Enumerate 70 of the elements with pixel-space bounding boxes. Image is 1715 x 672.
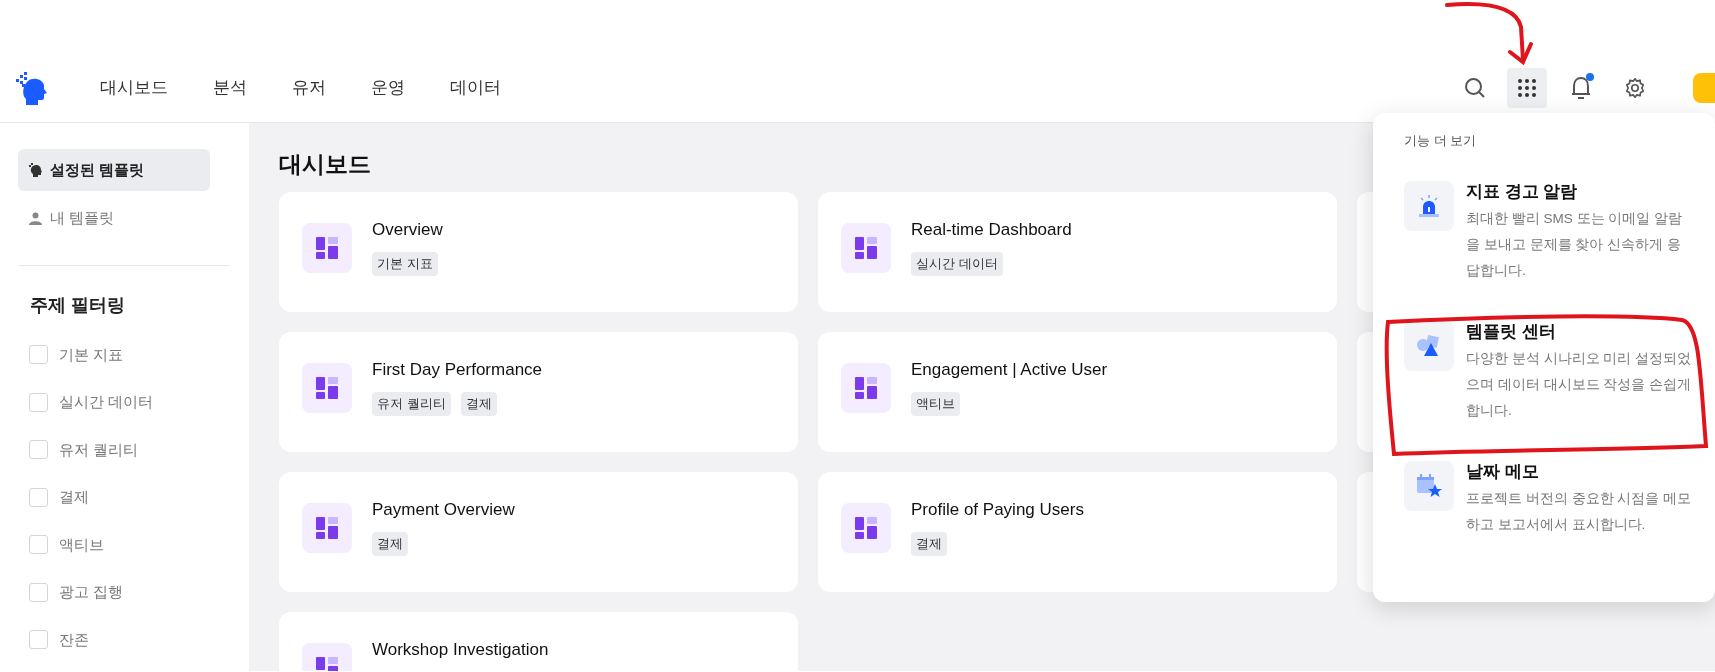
settings-icon — [1624, 77, 1646, 99]
dashboard-icon — [316, 516, 338, 539]
template-card[interactable]: First Day Performance 유저 퀄리티 결제 — [279, 331, 798, 452]
card-title: Payment Overview — [372, 498, 515, 521]
feature-description: 다양한 분석 시나리오 미리 설정되었으며 데이터 대시보드 작성을 손쉽게 합니다. — [1466, 350, 1692, 420]
template-card[interactable]: Payment Overview 결제 — [279, 471, 798, 592]
siren-icon — [1417, 194, 1441, 217]
person-icon — [29, 211, 42, 225]
feature-title: 날짜 메모 — [1466, 460, 1540, 483]
feature-description: 프로젝트 버전의 중요한 시점을 메모하고 보고서에서 표시합니다. — [1466, 490, 1692, 534]
dashboard-icon — [316, 236, 338, 259]
template-tab[interactable]: 내 템플릿 — [18, 197, 210, 239]
shapes-icon — [1416, 334, 1442, 357]
card-title: First Day Performance — [372, 358, 543, 381]
filter-label: 유저 퀄리티 — [59, 439, 139, 460]
checkbox[interactable] — [29, 487, 48, 507]
head-logo-icon[interactable] — [16, 71, 48, 105]
template-card[interactable]: Overview 기본 지표 — [279, 191, 798, 312]
template-card[interactable]: Engagement | Active User 액티브 — [818, 331, 1337, 452]
nav-link[interactable]: 운영 — [371, 75, 405, 101]
nav-link[interactable]: 유저 — [292, 75, 326, 101]
menu-heading: 기능 더 보기 — [1404, 132, 1478, 150]
checkbox[interactable] — [29, 440, 48, 460]
tag: 액티브 — [911, 392, 960, 416]
template-card[interactable]: Workshop Investigation — [279, 611, 798, 671]
feature-title: 지표 경고 알람 — [1466, 180, 1579, 203]
tag: 기본 지표 — [372, 252, 438, 276]
filter-label: 잔존 — [59, 629, 89, 650]
feature-description: 최대한 빨리 SMS 또는 이메일 알람을 보내고 문제를 찾아 신속하게 응답합니다. — [1466, 210, 1683, 280]
checkbox[interactable] — [29, 535, 48, 555]
card-title: Workshop Investigation — [372, 638, 549, 661]
template-card[interactable]: Real-time Dashboard 실시간 데이터 — [818, 191, 1337, 312]
dashboard-icon — [855, 236, 877, 259]
calendar-star-icon — [1416, 473, 1442, 498]
feature-title: 템플릿 센터 — [1466, 320, 1557, 343]
bell-icon — [1570, 76, 1592, 100]
tag: 실시간 데이터 — [911, 252, 1003, 276]
nav-link[interactable]: 데이터 — [450, 75, 501, 101]
checkbox[interactable] — [29, 392, 48, 412]
dashboard-icon — [316, 376, 338, 399]
card-title: Engagement | Active User — [911, 358, 1108, 381]
dashboard-icon — [855, 376, 877, 399]
page-title: 대시보드 — [279, 150, 372, 179]
filter-label: 실시간 데이터 — [59, 392, 154, 412]
filter-label: 기본 지표 — [59, 344, 124, 365]
nav-link[interactable]: 대시보드 — [100, 75, 168, 101]
grid-dots-icon — [1517, 78, 1537, 98]
filter-label: 액티브 — [59, 534, 104, 555]
nav-link[interactable]: 분석 — [213, 75, 247, 101]
filter-label: 광고 집행 — [59, 582, 124, 602]
tag: 결제 — [460, 392, 497, 416]
tag: 결제 — [911, 532, 947, 556]
apps-button[interactable] — [1507, 68, 1547, 108]
template-card[interactable]: Profile of Paying Users 결제 — [818, 471, 1337, 592]
checkbox[interactable] — [29, 582, 48, 602]
dashboard-icon — [855, 516, 877, 539]
checkbox[interactable] — [29, 630, 48, 650]
feature-item[interactable]: 날짜 메모 프로젝트 버전의 중요한 시점을 메모하고 보고서에서 표시합니다. — [1404, 460, 1699, 565]
search-icon — [1464, 77, 1486, 99]
filter-heading: 주제 필터링 — [30, 294, 126, 317]
filter-label: 결제 — [59, 487, 89, 507]
card-title: Real-time Dashboard — [911, 218, 1072, 241]
card-title: Profile of Paying Users — [911, 498, 1084, 521]
template-tab[interactable]: 설정된 템플릿 — [18, 149, 210, 191]
checkbox[interactable] — [29, 345, 48, 365]
feature-item[interactable]: 지표 경고 알람 최대한 빨리 SMS 또는 이메일 알람을 보내고 문제를 찾아 신속하게 응답합니다. — [1404, 180, 1699, 285]
head-icon — [29, 163, 42, 177]
tag: 유저 퀄리티 — [372, 392, 451, 416]
tag: 결제 — [372, 532, 408, 556]
card-title: Overview — [372, 218, 443, 241]
